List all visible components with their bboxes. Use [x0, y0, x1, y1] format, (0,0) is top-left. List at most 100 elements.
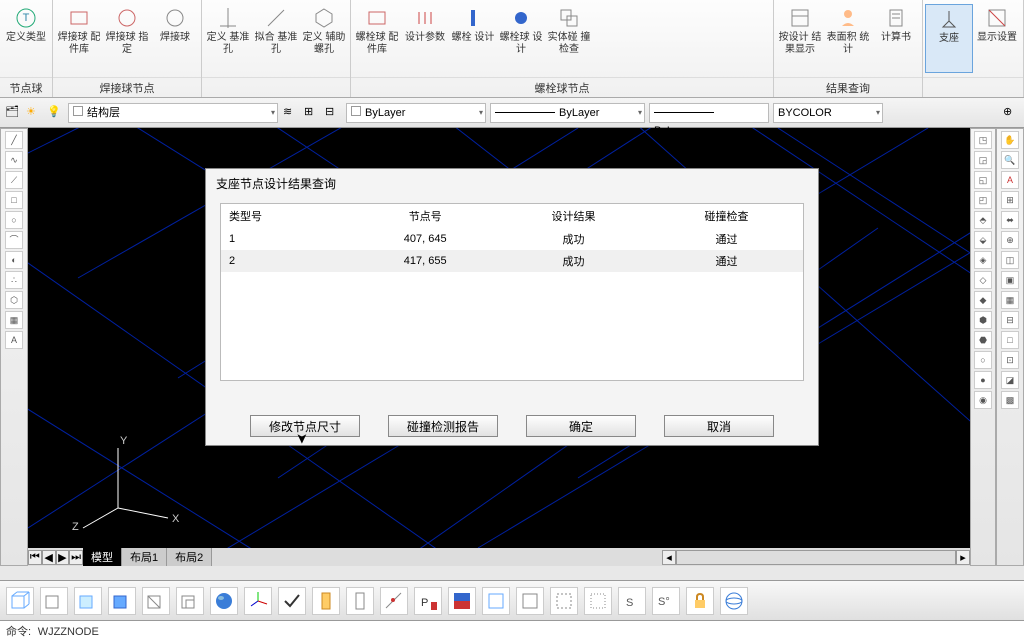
rb-支座[interactable]: 支座	[925, 4, 973, 73]
tool-rr0[interactable]: ✋	[1001, 131, 1019, 149]
tool-rr1[interactable]: 🔍	[1001, 151, 1019, 169]
rb-定义类型[interactable]: T定义类型	[2, 4, 50, 73]
tool-l4[interactable]: ○	[5, 211, 23, 229]
sun-icon[interactable]: ☀	[25, 104, 43, 122]
tool-l2[interactable]: ⟋	[5, 171, 23, 189]
bt-gizmo[interactable]	[244, 587, 272, 615]
bt-cube1[interactable]	[6, 587, 34, 615]
bt-sphere[interactable]	[210, 587, 238, 615]
hscroll-right[interactable]: ▸	[956, 550, 970, 565]
tool-l5[interactable]: ⌒	[5, 231, 23, 249]
bt-sheet1[interactable]	[482, 587, 510, 615]
rb-螺栓球设计[interactable]: 螺栓球 设计	[497, 4, 545, 73]
tool-r12[interactable]: ●	[974, 371, 992, 389]
bt-cube4[interactable]	[108, 587, 136, 615]
bulb-icon[interactable]: 💡	[46, 104, 64, 122]
hscroll-track[interactable]	[676, 550, 956, 565]
rb-螺栓球配件库[interactable]: 螺栓球 配件库	[353, 4, 401, 73]
tool-l3[interactable]: □	[5, 191, 23, 209]
tab-model[interactable]: 模型	[83, 548, 122, 566]
bt-globe[interactable]	[720, 587, 748, 615]
tool-rr7[interactable]: ▣	[1001, 271, 1019, 289]
tool-r9[interactable]: ⬢	[974, 311, 992, 329]
bt-P[interactable]: P	[414, 587, 442, 615]
tool-r10[interactable]: ⬣	[974, 331, 992, 349]
rb-计算书[interactable]: 计算书	[872, 4, 920, 73]
tab-prev[interactable]: ◀	[42, 550, 56, 565]
rb-显示设置[interactable]: 显示设置	[973, 4, 1021, 73]
hscroll-left[interactable]: ◂	[662, 550, 676, 565]
tool-l7[interactable]: ∴	[5, 271, 23, 289]
table-row[interactable]: 1407, 645成功通过	[221, 228, 803, 250]
tool-l0[interactable]: ╱	[5, 131, 23, 149]
tool-l10[interactable]: A	[5, 331, 23, 349]
tool-r13[interactable]: ◉	[974, 391, 992, 409]
rb-焊接球配件库[interactable]: 焊接球 配件库	[55, 4, 103, 73]
rb-定义辅助螺孔[interactable]: 定义 辅助螺孔	[300, 4, 348, 73]
bt-section[interactable]	[312, 587, 340, 615]
command-line[interactable]: 命令: WJZZNODE	[0, 620, 1024, 640]
tool-r1[interactable]: ◲	[974, 151, 992, 169]
result-grid[interactable]: 类型号节点号设计结果碰撞检查 1407, 645成功通过 2417, 655成功…	[220, 203, 804, 381]
bt-sheet4[interactable]	[584, 587, 612, 615]
rb-焊接球指定[interactable]: 焊接球 指定	[103, 4, 151, 73]
layermgr-icon[interactable]: ⊞	[303, 104, 321, 122]
tool-r6[interactable]: ◈	[974, 251, 992, 269]
layer-select[interactable]: 结构层	[68, 103, 278, 123]
bt-section2[interactable]	[346, 587, 374, 615]
tool-l8[interactable]: ⬡	[5, 291, 23, 309]
rb-实体碰撞检查[interactable]: 实体碰 撞检查	[545, 4, 593, 73]
tool-rr11[interactable]: ⊡	[1001, 351, 1019, 369]
tab-first[interactable]: ⏮	[28, 550, 42, 565]
tool-r11[interactable]: ○	[974, 351, 992, 369]
rb-定义基准孔[interactable]: 定义 基准孔	[204, 4, 252, 73]
bt-cube3[interactable]	[74, 587, 102, 615]
bt-sheet3[interactable]	[550, 587, 578, 615]
modify-button[interactable]: 修改节点尺寸	[250, 415, 360, 437]
tool-rr5[interactable]: ⊕	[1001, 231, 1019, 249]
bt-cube6[interactable]	[176, 587, 204, 615]
bt-cube5[interactable]	[142, 587, 170, 615]
tool-l6[interactable]: ◐	[5, 251, 23, 269]
tool-r8[interactable]: ◆	[974, 291, 992, 309]
bt-S1[interactable]: S	[618, 587, 646, 615]
layerstate-icon[interactable]: ⊟	[324, 104, 342, 122]
lineweight-select[interactable]: ByLayer	[649, 103, 769, 123]
bt-S2[interactable]: S°	[652, 587, 680, 615]
rb-按设计结果显示[interactable]: 按设计 结果显示	[776, 4, 824, 73]
bt-slice[interactable]	[380, 587, 408, 615]
rb-表面积统计[interactable]: 表面积 统计	[824, 4, 872, 73]
color-select[interactable]: ByLayer	[346, 103, 486, 123]
tool-r0[interactable]: ◳	[974, 131, 992, 149]
plotstyle-select[interactable]: BYCOLOR	[773, 103, 883, 123]
tool-rr3[interactable]: ⊞	[1001, 191, 1019, 209]
tool-r3[interactable]: ◰	[974, 191, 992, 209]
tool-r4[interactable]: ⬘	[974, 211, 992, 229]
bt-check[interactable]	[278, 587, 306, 615]
bt-layers[interactable]	[448, 587, 476, 615]
tab-layout1[interactable]: 布局1	[122, 548, 167, 566]
tool-rr13[interactable]: ▩	[1001, 391, 1019, 409]
linetype-select[interactable]: ByLayer	[490, 103, 645, 123]
report-button[interactable]: 碰撞检测报告	[388, 415, 498, 437]
rb-螺栓设计[interactable]: 螺栓 设计	[449, 4, 497, 73]
tool-rr2[interactable]: A	[1001, 171, 1019, 189]
rb-焊接球[interactable]: 焊接球	[151, 4, 199, 73]
tool-r5[interactable]: ⬙	[974, 231, 992, 249]
rb-设计参数[interactable]: 设计参数	[401, 4, 449, 73]
tool-rr4[interactable]: ⬌	[1001, 211, 1019, 229]
cancel-button[interactable]: 取消	[664, 415, 774, 437]
tab-last[interactable]: ⏭	[69, 550, 83, 565]
rb-拟合基准孔[interactable]: 拟合 基准孔	[252, 4, 300, 73]
tool-rr8[interactable]: ▦	[1001, 291, 1019, 309]
tool-r7[interactable]: ◇	[974, 271, 992, 289]
tool-l1[interactable]: ∿	[5, 151, 23, 169]
bt-lock[interactable]	[686, 587, 714, 615]
table-row[interactable]: 2417, 655成功通过	[221, 250, 803, 272]
bt-cube2[interactable]	[40, 587, 68, 615]
tool-r2[interactable]: ◱	[974, 171, 992, 189]
tool-l9[interactable]: ▦	[5, 311, 23, 329]
ucs-icon[interactable]: ⊕	[1002, 104, 1020, 122]
tab-layout2[interactable]: 布局2	[167, 548, 212, 566]
tool-rr12[interactable]: ◪	[1001, 371, 1019, 389]
